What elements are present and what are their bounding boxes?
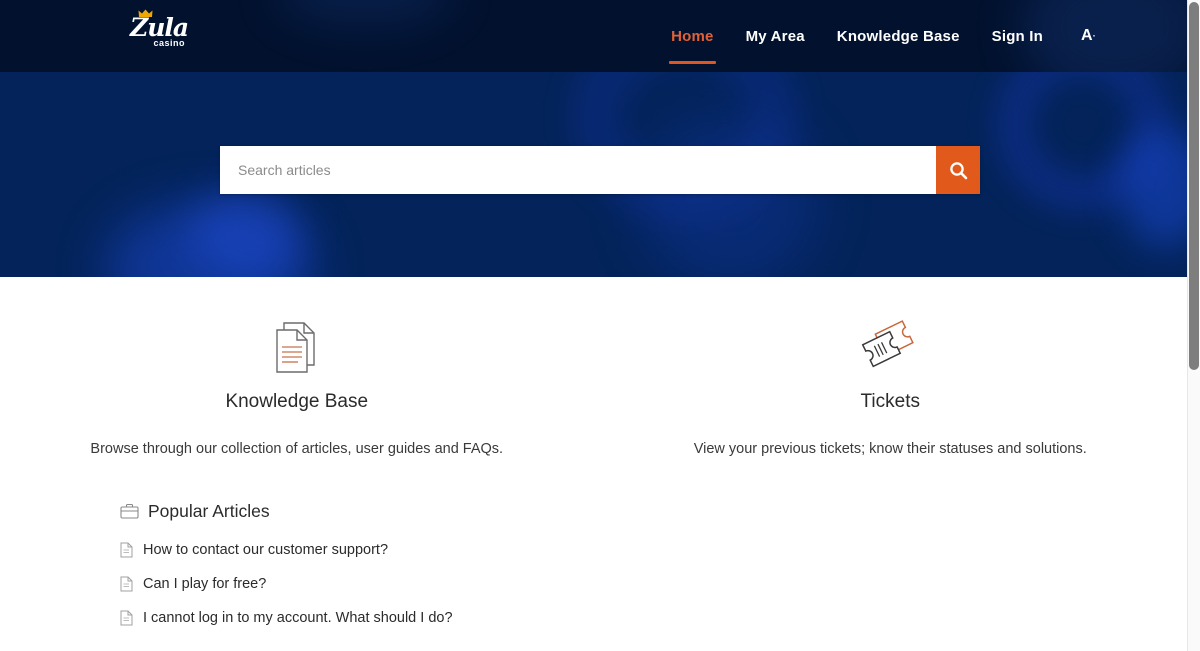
search-button[interactable] [936, 146, 980, 194]
logo-wordmark: Zula [130, 13, 189, 42]
document-icon [120, 542, 133, 558]
documents-icon [0, 315, 594, 377]
nav-item-knowledge-base[interactable]: Knowledge Base [821, 0, 976, 72]
briefcase-icon [120, 503, 139, 520]
nav-item-my-area[interactable]: My Area [730, 0, 821, 72]
popular-articles-header: Popular Articles [120, 501, 1187, 522]
popular-articles-section: Popular Articles How to contact our cust… [0, 501, 1187, 626]
search-bar [220, 146, 980, 194]
card-knowledge-base-title: Knowledge Base [225, 391, 369, 412]
language-selector-label: A [1081, 27, 1093, 44]
site-header: Zula casino Home My Area Knowledge Base … [0, 0, 1200, 72]
nav-item-home[interactable]: Home [655, 0, 729, 72]
hero-section [0, 72, 1200, 277]
tickets-icon [594, 315, 1188, 377]
card-tickets-title: Tickets [860, 391, 920, 412]
nav-item-knowledge-base-label: Knowledge Base [836, 27, 960, 45]
main-navigation: Home My Area Knowledge Base Sign In A · [655, 0, 1110, 72]
hero-decoration-ring-right [995, 72, 1170, 212]
font-size-icon[interactable]: A · [1059, 0, 1110, 72]
list-item-label: I cannot log in to my account. What shou… [143, 610, 453, 626]
nav-item-sign-in[interactable]: Sign In [976, 0, 1059, 72]
page-scrollbar[interactable] [1187, 0, 1200, 651]
card-knowledge-base-description: Browse through our collection of article… [90, 441, 504, 457]
hero-decoration-blob-center [640, 117, 820, 277]
hero-decoration-blob-left [105, 202, 315, 277]
list-item[interactable]: Can I play for free? [120, 576, 1187, 592]
document-icon [120, 610, 133, 626]
nav-item-home-label: Home [671, 27, 714, 45]
list-item[interactable]: How to contact our customer support? [120, 542, 1187, 558]
card-knowledge-base[interactable]: Knowledge Base Browse through our collec… [0, 315, 594, 457]
popular-articles-title: Popular Articles [148, 501, 270, 521]
list-item-label: Can I play for free? [143, 576, 267, 592]
search-input[interactable] [220, 146, 936, 194]
page-root: Zula casino Home My Area Knowledge Base … [0, 0, 1200, 651]
site-logo[interactable]: Zula casino [130, 9, 189, 56]
feature-cards: Knowledge Base Browse through our collec… [0, 277, 1187, 457]
nav-item-sign-in-label: Sign In [991, 27, 1044, 45]
card-tickets-description: View your previous tickets; know their s… [693, 441, 1087, 457]
crown-icon [138, 9, 153, 18]
scrollbar-thumb[interactable] [1189, 2, 1199, 370]
hero-decoration-blob-left-small [190, 192, 300, 277]
list-item-label: How to contact our customer support? [143, 542, 389, 558]
search-icon [949, 161, 968, 180]
card-tickets[interactable]: Tickets View your previous tickets; know… [594, 315, 1188, 457]
main-content: Knowledge Base Browse through our collec… [0, 277, 1200, 651]
header-decoration-blob-left [275, 0, 455, 28]
list-item[interactable]: I cannot log in to my account. What shou… [120, 610, 1187, 626]
nav-item-my-area-label: My Area [745, 27, 805, 45]
document-icon [120, 576, 133, 592]
language-selector-superscript: · [1092, 31, 1096, 41]
